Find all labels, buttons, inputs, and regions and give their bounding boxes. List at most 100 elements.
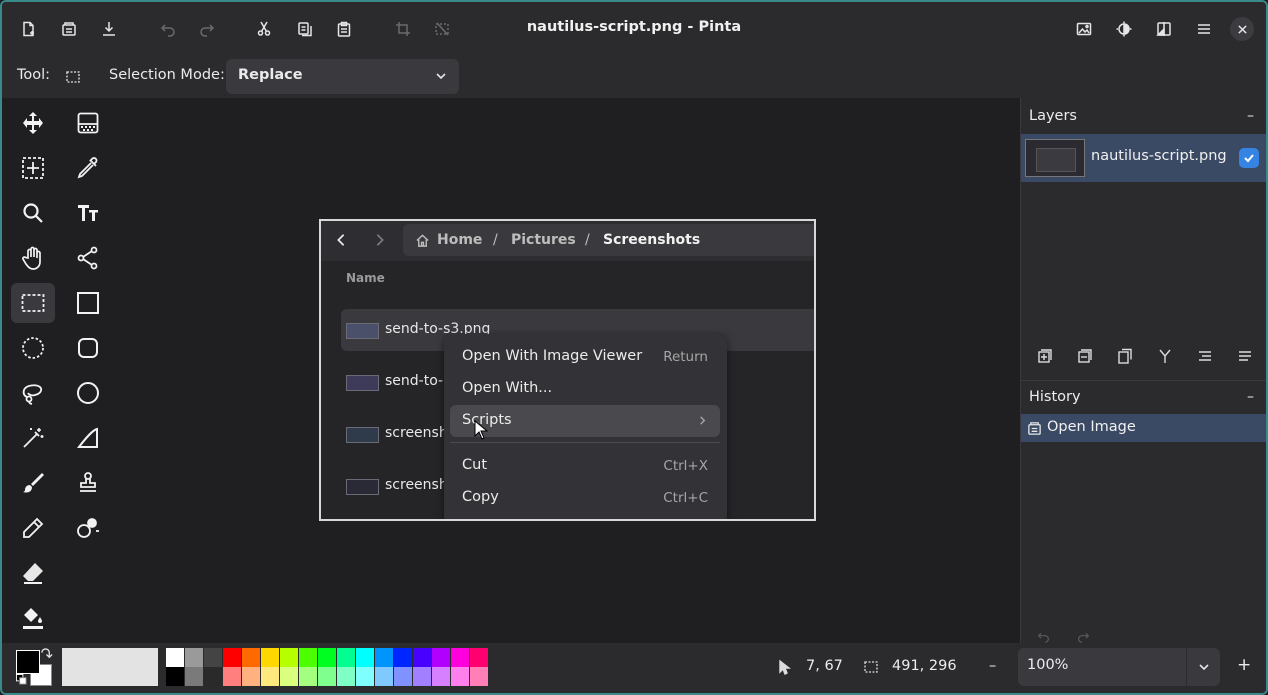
palette-color[interactable] — [356, 667, 374, 686]
effects-icon[interactable] — [1150, 15, 1178, 43]
recolor-icon[interactable] — [66, 508, 110, 548]
color-picker-icon[interactable] — [66, 148, 110, 188]
palette-color[interactable] — [375, 667, 393, 686]
open-image-icon — [1028, 422, 1041, 435]
move-selected-icon[interactable] — [11, 103, 55, 143]
zoom-dropdown-button[interactable] — [1186, 648, 1220, 686]
palette-color[interactable] — [432, 648, 450, 667]
forward-arrow-icon — [376, 234, 384, 246]
palette-color[interactable] — [261, 648, 279, 667]
palette-color[interactable] — [470, 667, 488, 686]
primary-color-swatch[interactable] — [16, 650, 40, 674]
image-menu-icon[interactable] — [1070, 15, 1098, 43]
close-icon[interactable] — [1230, 17, 1254, 41]
ellipse-icon[interactable] — [66, 373, 110, 413]
palette-color[interactable] — [413, 648, 431, 667]
side-panel: Layers – nautilus-script.png History – O… — [1020, 98, 1266, 643]
add-layer-icon[interactable] — [1037, 348, 1053, 364]
main-menu-icon[interactable] — [1190, 15, 1218, 43]
lasso-select-icon[interactable] — [11, 373, 55, 413]
history-item-label: Open Image — [1047, 419, 1136, 435]
file-name: send-to- — [385, 373, 444, 389]
rounded-rectangle-icon[interactable] — [66, 328, 110, 368]
menu-item-open-with-image-viewer: Open With Image Viewer Return — [450, 341, 720, 373]
palette-color[interactable] — [299, 667, 317, 686]
eraser-icon[interactable] — [11, 553, 55, 593]
reset-colors-icon[interactable] — [16, 674, 27, 685]
rectangle-select-icon — [65, 69, 81, 85]
gradient-icon[interactable] — [66, 103, 110, 143]
text-icon[interactable] — [66, 193, 110, 233]
palette-color[interactable] — [337, 667, 355, 686]
delete-layer-icon[interactable] — [1077, 348, 1093, 364]
history-title: History — [1029, 389, 1081, 405]
rectangle-select-tool-icon[interactable] — [11, 283, 55, 323]
palette-color[interactable] — [451, 667, 469, 686]
selection-mode-dropdown[interactable]: Replace — [226, 59, 459, 94]
palette-color[interactable] — [375, 648, 393, 667]
breadcrumb-home: Home — [437, 232, 483, 248]
palette-color[interactable] — [185, 648, 203, 667]
palette-color[interactable] — [432, 667, 450, 686]
zoom-in-button[interactable]: + — [1237, 655, 1251, 675]
layer-item[interactable]: nautilus-script.png — [1021, 134, 1266, 182]
rectangle-icon[interactable] — [66, 283, 110, 323]
zoom-out-button[interactable]: – — [989, 658, 996, 674]
palette-color[interactable] — [204, 648, 222, 667]
palette-color[interactable] — [204, 667, 222, 686]
palette-color[interactable] — [470, 648, 488, 667]
swap-colors-icon[interactable] — [40, 648, 53, 661]
palette-color[interactable] — [261, 667, 279, 686]
menu-separator — [450, 442, 720, 443]
recent-colors[interactable] — [62, 648, 158, 686]
palette-color[interactable] — [280, 667, 298, 686]
paint-bucket-icon[interactable] — [11, 598, 55, 638]
zoom-icon[interactable] — [11, 193, 55, 233]
history-minimize-button[interactable]: – — [1247, 389, 1254, 405]
palette-color[interactable] — [299, 648, 317, 667]
selection-mode-value: Replace — [238, 67, 303, 83]
paintbrush-icon[interactable] — [11, 463, 55, 503]
zoom-combobox[interactable]: 100% — [1018, 648, 1220, 686]
freeform-shape-icon[interactable] — [66, 418, 110, 458]
palette-color[interactable] — [356, 648, 374, 667]
palette-color[interactable] — [223, 648, 241, 667]
merge-layer-down-icon[interactable] — [1157, 348, 1173, 364]
home-icon — [416, 234, 429, 247]
move-layer-up-icon[interactable] — [1197, 348, 1213, 364]
history-undo-icon[interactable] — [1037, 630, 1050, 643]
palette-color[interactable] — [318, 648, 336, 667]
palette-color[interactable] — [280, 648, 298, 667]
layers-minimize-button[interactable]: – — [1247, 108, 1254, 124]
clone-stamp-icon[interactable] — [66, 463, 110, 503]
palette-color[interactable] — [451, 648, 469, 667]
move-selection-icon[interactable] — [11, 148, 55, 188]
menu-item-accel: Ctrl+X — [663, 458, 708, 474]
duplicate-layer-icon[interactable] — [1117, 348, 1133, 364]
line-curve-icon[interactable] — [66, 238, 110, 278]
palette-color[interactable] — [223, 667, 241, 686]
palette-color[interactable] — [185, 667, 203, 686]
palette-color[interactable] — [337, 648, 355, 667]
cursor-position-icon — [779, 659, 792, 675]
history-item[interactable]: Open Image — [1021, 414, 1266, 442]
palette-color[interactable] — [318, 667, 336, 686]
pencil-icon[interactable] — [11, 508, 55, 548]
ellipse-select-icon[interactable] — [11, 328, 55, 368]
palette-color[interactable] — [242, 648, 260, 667]
palette-color[interactable] — [413, 667, 431, 686]
adjustments-icon[interactable] — [1110, 15, 1138, 43]
palette-color[interactable] — [166, 648, 184, 667]
image-canvas[interactable]: Home / Pictures / Screenshots Name send-… — [319, 219, 816, 521]
history-redo-icon[interactable] — [1077, 630, 1090, 643]
pan-icon[interactable] — [11, 238, 55, 278]
zoom-value: 100% — [1027, 657, 1069, 673]
palette-color[interactable] — [242, 667, 260, 686]
layer-visibility-checkbox[interactable] — [1239, 148, 1259, 168]
layer-name: nautilus-script.png — [1091, 148, 1227, 164]
layer-properties-icon[interactable] — [1237, 348, 1253, 364]
palette-color[interactable] — [394, 667, 412, 686]
magic-wand-icon[interactable] — [11, 418, 55, 458]
palette-color[interactable] — [394, 648, 412, 667]
palette-color[interactable] — [166, 667, 184, 686]
